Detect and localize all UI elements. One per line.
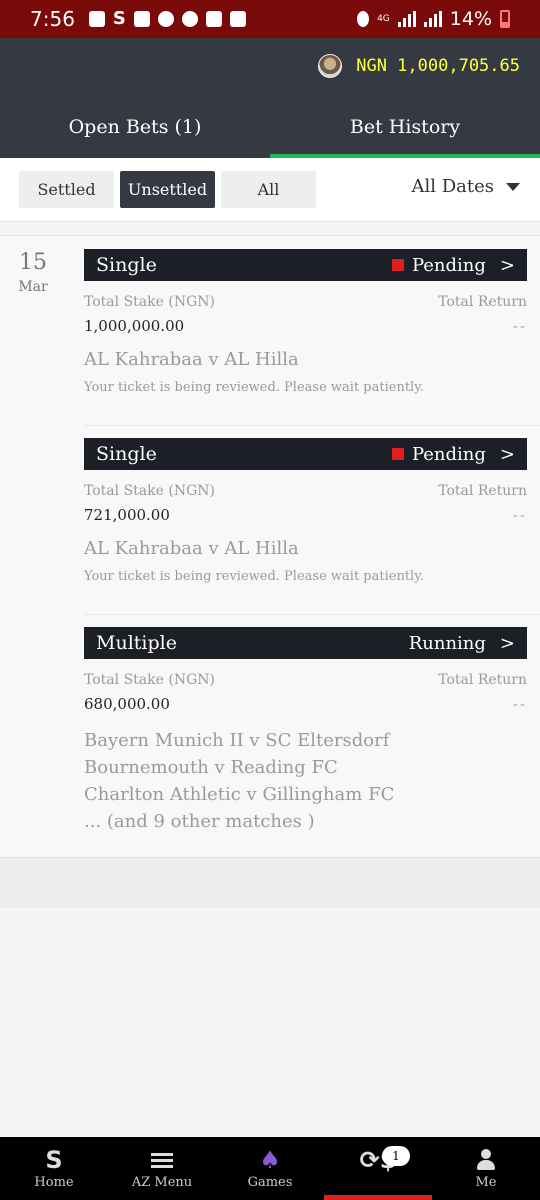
nav-label: Home (34, 1175, 74, 1190)
network-type: 4G (377, 13, 390, 24)
bet-status: Running (408, 632, 486, 654)
chevron-right-icon[interactable]: > (500, 255, 515, 276)
app-header: NGN 1,000,705.65 Open Bets (1) Bet Histo… (0, 38, 540, 158)
nav-cashout[interactable]: ⟳$ 1 (324, 1137, 432, 1200)
chevron-down-icon (506, 182, 520, 191)
balance-area[interactable]: NGN 1,000,705.65 (318, 54, 520, 78)
sim-icon (88, 11, 105, 27)
message-icon-2 (205, 11, 222, 27)
chevron-right-icon[interactable]: > (500, 444, 515, 465)
match-list: Bayern Munich II v SC Eltersdorf Bournem… (84, 727, 540, 835)
nav-az-menu[interactable]: AZ Menu (108, 1137, 216, 1200)
message-icon (133, 11, 150, 27)
stake-label: Total Stake (NGN) (84, 294, 215, 310)
nav-label: AZ Menu (131, 1175, 193, 1190)
status-time: 7:56 (30, 7, 75, 31)
return-label: Total Return (438, 672, 527, 688)
bet-ticket[interactable]: Single Pending > Total Stake (NGN) Total… (84, 438, 540, 615)
match-name: AL Kahrabaa v AL Hilla (84, 349, 299, 370)
stake-label: Total Stake (NGN) (84, 672, 215, 688)
menu-icon (151, 1145, 173, 1175)
cashout-badge: 1 (382, 1146, 410, 1166)
bet-status: Pending (411, 254, 486, 276)
gallery-icon (229, 11, 246, 27)
twitter-icon (157, 11, 174, 27)
account-balance: NGN 1,000,705.65 (356, 56, 520, 76)
filter-all-button[interactable]: All (221, 171, 316, 208)
nav-me[interactable]: Me (432, 1137, 540, 1200)
spade-icon: ♠ (259, 1146, 281, 1174)
list-item: ... (and 9 other matches ) (84, 811, 315, 832)
date-filter-label: All Dates (411, 176, 494, 197)
tab-open-bets[interactable]: Open Bets (1) (0, 98, 270, 158)
person-icon (477, 1145, 495, 1175)
review-note: Your ticket is being reviewed. Please wa… (84, 569, 424, 584)
bet-ticket[interactable]: Multiple Running > Total Stake (NGN) Tot… (84, 627, 540, 858)
review-note: Your ticket is being reviewed. Please wa… (84, 380, 424, 395)
list-item: Bournemouth v Reading FC (84, 757, 338, 778)
app-s-icon: S (112, 8, 126, 29)
avatar[interactable] (318, 54, 343, 78)
list-item: Charlton Athletic v Gillingham FC (84, 784, 395, 805)
ticket-header[interactable]: Single Pending > (84, 249, 527, 281)
return-label: Total Return (438, 483, 527, 499)
signal-icon-2 (423, 11, 442, 27)
filter-unsettled-button[interactable]: Unsettled (120, 171, 215, 208)
stake-label: Total Stake (NGN) (84, 483, 215, 499)
status-bar: 7:56 S 4G 14% (0, 0, 540, 38)
emoji-icon (181, 11, 198, 27)
stake-value: 1,000,000.00 (84, 317, 185, 335)
bet-status: Pending (411, 443, 486, 465)
list-footer (0, 858, 540, 908)
date-group: 15 Mar (16, 250, 50, 295)
bet-type: Single (96, 443, 157, 465)
battery-icon (500, 10, 510, 28)
bottom-nav: S Home AZ Menu ♠ Games ⟳$ 1 Me (0, 1137, 540, 1200)
pending-marker-icon (391, 448, 404, 460)
location-icon (357, 11, 370, 27)
bet-list: 15 Mar Single Pending > Total Stake (NGN… (0, 235, 540, 858)
bet-type: Single (96, 254, 157, 276)
notification-icons: S (88, 8, 246, 29)
ticket-header[interactable]: Single Pending > (84, 438, 527, 470)
nav-home[interactable]: S Home (0, 1137, 108, 1200)
nav-label: Me (475, 1175, 497, 1190)
nav-label: Games (247, 1175, 293, 1190)
match-name: AL Kahrabaa v AL Hilla (84, 538, 299, 559)
pending-marker-icon (391, 259, 404, 271)
battery-percent: 14% (449, 8, 492, 30)
chevron-right-icon[interactable]: > (500, 633, 515, 654)
bet-type: Multiple (96, 632, 177, 654)
signal-icon (397, 11, 416, 27)
date-filter-dropdown[interactable]: All Dates (411, 176, 520, 197)
filter-bar: Settled Unsettled All All Dates (0, 158, 540, 222)
date-day: 15 (19, 250, 47, 275)
nav-games[interactable]: ♠ Games (216, 1137, 324, 1200)
bets-tabs: Open Bets (1) Bet History (0, 98, 540, 158)
ticket-header[interactable]: Multiple Running > (84, 627, 527, 659)
home-s-icon: S (45, 1146, 63, 1174)
return-value: -- (512, 317, 527, 335)
return-value: -- (512, 695, 527, 713)
tab-bet-history[interactable]: Bet History (270, 98, 540, 158)
return-value: -- (512, 506, 527, 524)
return-label: Total Return (438, 294, 527, 310)
stake-value: 721,000.00 (84, 506, 170, 524)
filter-settled-button[interactable]: Settled (19, 171, 114, 208)
date-month: Mar (18, 279, 48, 295)
bet-ticket[interactable]: Single Pending > Total Stake (NGN) Total… (84, 249, 540, 426)
stake-value: 680,000.00 (84, 695, 170, 713)
list-item: Bayern Munich II v SC Eltersdorf (84, 730, 390, 751)
